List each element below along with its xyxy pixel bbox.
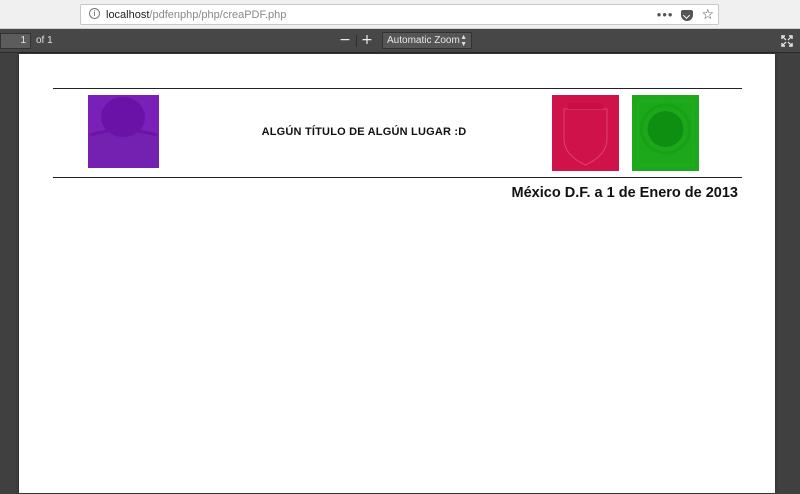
zoom-select-value: Automatic Zoom [387,35,460,46]
pocket-icon[interactable] [681,9,694,21]
date-line: México D.F. a 1 de Enero de 2013 [511,185,738,201]
address-bar[interactable]: i localhost/pdfenphp/php/creaPDF.php •••… [80,4,719,25]
header-rule-top [53,88,742,89]
shield-logo-icon [552,95,619,171]
zoom-out-button[interactable]: − [336,32,354,49]
pdf-viewer: ALGÚN TÍTULO DE ALGÚN LUGAR :D México D.… [0,53,800,494]
url-host: localhost [106,9,150,21]
page-count-label: of 1 [36,35,53,46]
select-arrows-icon: ▲ ▼ [460,34,467,48]
emblem-logo-icon [632,95,699,171]
bookmark-star-icon[interactable]: ☆ [701,6,714,24]
url-text[interactable]: localhost/pdfenphp/php/creaPDF.php [106,8,286,22]
info-icon[interactable]: i [89,8,100,19]
logo-left-icon [88,95,159,168]
toolbar-separator [356,35,357,47]
pdf-page: ALGÚN TÍTULO DE ALGÚN LUGAR :D México D.… [19,54,775,493]
page-actions-menu-icon[interactable]: ••• [657,6,674,24]
header-rule-bottom [53,177,742,178]
page-number-input[interactable]: 1 [0,33,31,49]
pdf-toolbar: 1 of 1 − + Automatic Zoom ▲ ▼ [0,29,800,53]
fullscreen-icon[interactable] [781,35,793,47]
url-actions: ••• ☆ [657,6,714,24]
url-path: /pdfenphp/php/creaPDF.php [149,9,287,21]
document-title: ALGÚN TÍTULO DE ALGÚN LUGAR :D [261,126,467,138]
zoom-in-button[interactable]: + [358,32,376,49]
zoom-select[interactable]: Automatic Zoom ▲ ▼ [382,32,472,49]
browser-toolbar: i localhost/pdfenphp/php/creaPDF.php •••… [0,0,800,29]
